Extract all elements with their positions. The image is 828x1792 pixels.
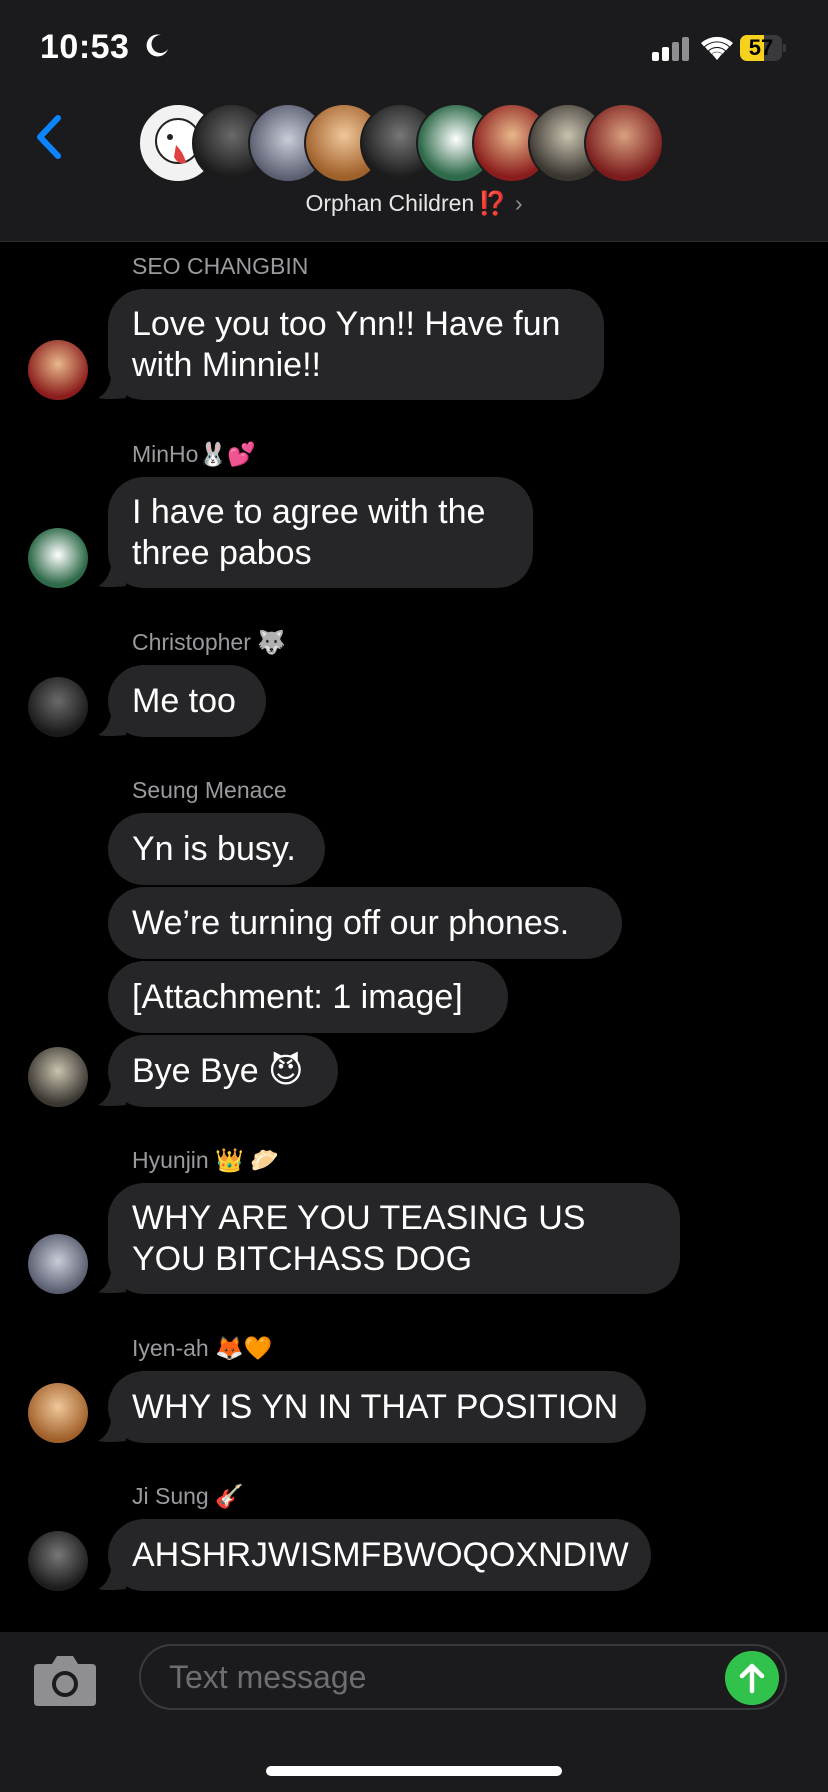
message-bubble[interactable]: AHSHRJWISMFBWOQOXNDIW — [108, 1519, 651, 1591]
chat-header: 10:53 57 Orphan Children ⁉️ › — [0, 0, 828, 242]
message-bubble[interactable]: WHY IS YN IN THAT POSITION — [108, 1371, 646, 1443]
sender-name: Christopher 🐺 — [132, 629, 286, 655]
sender-name: Seung Menace — [132, 777, 287, 803]
battery-percent: 57 — [748, 35, 774, 60]
message-input[interactable]: Text message — [139, 1644, 787, 1710]
group-name[interactable]: Orphan Children ⁉️ › — [0, 190, 828, 217]
status-time: 10:53 — [40, 28, 130, 66]
group-name-text: Orphan Children — [305, 190, 475, 216]
home-indicator[interactable] — [266, 1766, 562, 1776]
sender-name: Ji Sung 🎸 — [132, 1483, 244, 1509]
back-chevron-icon[interactable] — [30, 112, 70, 162]
message-bubble[interactable]: We’re turning off our phones. — [108, 887, 622, 959]
message-bubble[interactable]: [Attachment: 1 image] — [108, 961, 508, 1033]
focus-moon-icon — [146, 34, 168, 57]
group-emoji: ⁉️ — [478, 190, 507, 216]
sender-avatar[interactable] — [28, 1383, 88, 1443]
message-bubble[interactable]: WHY ARE YOU TEASING US YOU BITCHASS DOG — [108, 1183, 680, 1294]
bubble-tail — [98, 1563, 126, 1590]
send-arrow-icon[interactable] — [725, 1651, 779, 1705]
bubble-tail — [98, 1079, 126, 1106]
message-thread[interactable]: SEO CHANGBIN Love you too Ynn!! Have fun… — [0, 242, 828, 1630]
sender-avatar[interactable] — [28, 528, 88, 588]
message-input-placeholder: Text message — [169, 1659, 367, 1695]
sender-name: Hyunjin 👑 🥟 — [132, 1147, 279, 1173]
sender-avatar[interactable] — [28, 1531, 88, 1591]
bubble-tail — [98, 560, 126, 587]
chevron-right-icon: › — [514, 190, 523, 216]
avatar — [584, 103, 664, 183]
message-composer: Text message — [0, 1632, 828, 1792]
sender-name: MinHo🐰💕 — [132, 441, 256, 467]
sender-avatar[interactable] — [28, 677, 88, 737]
message-bubble[interactable]: Yn is busy. — [108, 813, 325, 885]
sender-name: SEO CHANGBIN — [132, 253, 309, 279]
message-bubble[interactable]: Love you too Ynn!! Have fun with Minnie!… — [108, 289, 604, 400]
battery-indicator: 57 — [740, 35, 786, 61]
message-bubble[interactable]: Me too — [108, 665, 266, 737]
camera-icon[interactable] — [32, 1652, 98, 1708]
bubble-tail — [98, 372, 126, 399]
message-bubble[interactable]: I have to agree with the three pabos — [108, 477, 533, 588]
status-bar: 10:53 57 — [0, 0, 828, 100]
group-avatars[interactable] — [138, 103, 698, 185]
cellular-signal-icon — [652, 35, 696, 61]
sender-avatar[interactable] — [28, 1047, 88, 1107]
bubble-tail — [98, 1266, 126, 1293]
sender-avatar[interactable] — [28, 340, 88, 400]
bubble-tail — [98, 1415, 126, 1442]
wifi-icon — [701, 36, 733, 60]
sender-name: Iyen-ah 🦊🧡 — [132, 1335, 273, 1361]
message-bubble[interactable]: Bye Bye 😈 — [108, 1035, 338, 1107]
bubble-tail — [98, 709, 126, 736]
sender-avatar[interactable] — [28, 1234, 88, 1294]
